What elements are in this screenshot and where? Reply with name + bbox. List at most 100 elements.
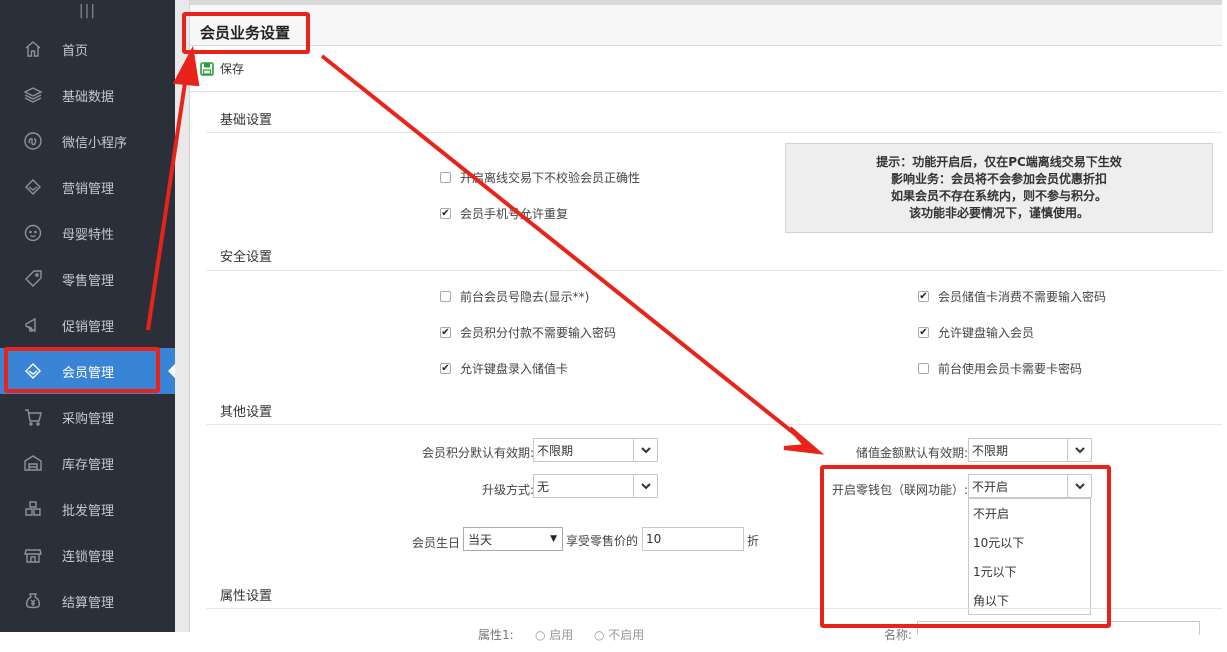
radio-label: 启用 xyxy=(549,628,574,642)
select-value: 不开启 xyxy=(972,479,1009,494)
sidebar-scrollbar[interactable] xyxy=(175,0,190,632)
sidebar-item-wholesale[interactable]: 批发管理 xyxy=(0,486,175,532)
sidebar-item-retail[interactable]: 零售管理 xyxy=(0,256,175,302)
wallet-option[interactable]: 角以下 xyxy=(969,586,1090,615)
wallet-option[interactable]: 1元以下 xyxy=(969,557,1090,586)
keyboard-card-checkbox[interactable]: ✔ xyxy=(440,363,451,374)
sidebar-item-label: 会员管理 xyxy=(62,365,115,381)
card-pwd-checkbox[interactable] xyxy=(918,363,929,374)
yen-bag-icon xyxy=(22,590,44,612)
chevron-down-icon xyxy=(1067,439,1091,461)
baby-face-icon xyxy=(22,222,44,244)
attr1-label: 属性1: xyxy=(478,628,514,642)
sidebar-item-maternal[interactable]: 母婴特性 xyxy=(0,210,175,256)
upgrade-mode-select[interactable]: 无 xyxy=(533,474,658,498)
points-validity-select[interactable]: 不限期 xyxy=(533,438,658,462)
tip-line: 该功能非必要情况下，谨慎使用。 xyxy=(908,206,1089,220)
sidebar-item-member[interactable]: 会员管理 xyxy=(0,348,175,394)
main-content: 会员业务设置 保存 基础设置 开启离线交易下不校验会员正确性 ✔ 会员手机号允许… xyxy=(190,0,1222,652)
checkbox-label: 会员积分付款不需要输入密码 xyxy=(460,326,617,340)
keyboard-member-option[interactable]: ✔ 允许键盘输入会员 xyxy=(918,324,1034,341)
mini-program-icon xyxy=(22,130,44,152)
sidebar-item-label: 结算管理 xyxy=(62,595,115,611)
save-button[interactable]: 保存 xyxy=(200,60,244,77)
wallet-label: 开启零钱包（联网功能）: xyxy=(831,483,968,497)
sidebar-item-label: 批发管理 xyxy=(62,503,115,519)
chevron-down-icon xyxy=(1067,475,1091,497)
save-icon xyxy=(200,61,214,76)
birthday-discount-label: 享受零售价的 xyxy=(566,534,639,548)
layers-icon xyxy=(22,84,44,106)
sidebar-collapse-handle[interactable]: ||| xyxy=(0,0,175,26)
attr1-name-label: 名称: xyxy=(884,628,913,642)
birthday-select[interactable]: 当天 ▼ xyxy=(463,527,563,551)
checkbox-label: 允许键盘录入储值卡 xyxy=(460,362,569,376)
sidebar-item-label: 促销管理 xyxy=(62,319,115,335)
tag-icon xyxy=(22,268,44,290)
divider xyxy=(206,270,1222,271)
wallet-option[interactable]: 10元以下 xyxy=(969,528,1090,557)
sidebar: ||| 首页 基础数据 微信小程序 营销管理 母婴特性 零售管理 促销管理 会员… xyxy=(0,0,175,632)
diamond-icon xyxy=(22,176,44,198)
radio-label: 不启用 xyxy=(608,628,645,642)
attr1-enable-radio[interactable]: ○ 启用 xyxy=(535,626,573,643)
checkbox-label: 开启离线交易下不校验会员正确性 xyxy=(460,171,641,185)
attr1-disable-radio[interactable]: ○ 不启用 xyxy=(594,626,644,643)
sidebar-item-label: 零售管理 xyxy=(62,273,115,289)
sidebar-item-label: 营销管理 xyxy=(62,181,115,197)
wallet-option[interactable]: 不开启 xyxy=(969,499,1090,528)
sidebar-item-basic-data[interactable]: 基础数据 xyxy=(0,72,175,118)
select-value: 不限期 xyxy=(537,443,574,458)
save-label: 保存 xyxy=(220,62,245,76)
page-title: 会员业务设置 xyxy=(200,24,291,42)
checkbox-label: 允许键盘输入会员 xyxy=(938,326,1035,340)
wallet-select[interactable]: 不开启 xyxy=(968,474,1092,498)
select-value: 无 xyxy=(537,479,550,494)
caret-down-icon: ▼ xyxy=(550,534,557,544)
hide-card-no-option[interactable]: 前台会员号隐去(显示**) xyxy=(440,288,589,305)
stored-no-pwd-checkbox[interactable]: ✔ xyxy=(918,291,929,302)
phone-duplicate-checkbox[interactable]: ✔ xyxy=(440,208,451,219)
stored-no-pwd-option[interactable]: ✔ 会员储值卡消费不需要输入密码 xyxy=(918,288,1106,305)
keyboard-member-checkbox[interactable]: ✔ xyxy=(918,327,929,338)
sidebar-item-marketing[interactable]: 营销管理 xyxy=(0,164,175,210)
section-title-attributes: 属性设置 xyxy=(220,589,273,604)
hide-card-no-checkbox[interactable] xyxy=(440,291,451,302)
sidebar-item-promotion[interactable]: 促销管理 xyxy=(0,302,175,348)
sidebar-item-mini-program[interactable]: 微信小程序 xyxy=(0,118,175,164)
wallet-dropdown-menu: 不开启 10元以下 1元以下 角以下 xyxy=(968,498,1091,615)
card-pwd-option[interactable]: 前台使用会员卡需要卡密码 xyxy=(918,360,1082,377)
offline-no-verify-option[interactable]: 开启离线交易下不校验会员正确性 xyxy=(440,169,640,186)
select-value: 当天 xyxy=(468,532,493,547)
phone-duplicate-option[interactable]: ✔ 会员手机号允许重复 xyxy=(440,205,568,222)
tip-line: 提示：功能开启后，仅在PC端离线交易下生效 xyxy=(876,155,1122,169)
sidebar-item-purchase[interactable]: 采购管理 xyxy=(0,394,175,440)
sidebar-item-home[interactable]: 首页 xyxy=(0,26,175,72)
app-window: ||| 首页 基础数据 微信小程序 营销管理 母婴特性 零售管理 促销管理 会员… xyxy=(0,0,1227,652)
divider xyxy=(206,424,1222,425)
section-title-other: 其他设置 xyxy=(220,405,273,420)
points-no-pwd-checkbox[interactable]: ✔ xyxy=(440,327,451,338)
sidebar-item-label: 连锁管理 xyxy=(62,549,115,565)
sidebar-item-settlement[interactable]: 结算管理 xyxy=(0,578,175,624)
sidebar-item-inventory[interactable]: 库存管理 xyxy=(0,440,175,486)
sidebar-item-label: 母婴特性 xyxy=(62,227,115,243)
tip-line: 如果会员不存在系统内，则不参与积分。 xyxy=(890,189,1107,203)
tip-line: 影响业务：会员将不会参加会员优惠折扣 xyxy=(890,172,1107,186)
input-value: 10 xyxy=(646,532,662,546)
attr1-name-input[interactable] xyxy=(917,621,1200,635)
birthday-discount-input[interactable]: 10 xyxy=(642,527,744,551)
chevron-down-icon xyxy=(633,439,657,461)
warehouse-icon xyxy=(22,452,44,474)
keyboard-card-option[interactable]: ✔ 允许键盘录入储值卡 xyxy=(440,360,568,377)
offline-no-verify-checkbox[interactable] xyxy=(440,172,451,183)
upgrade-mode-label: 升级方式: xyxy=(481,483,534,497)
sidebar-item-chain[interactable]: 连锁管理 xyxy=(0,532,175,578)
section-title-security: 安全设置 xyxy=(220,250,273,265)
divider xyxy=(206,132,1222,133)
stored-validity-select[interactable]: 不限期 xyxy=(968,438,1092,462)
points-no-pwd-option[interactable]: ✔ 会员积分付款不需要输入密码 xyxy=(440,324,616,341)
birthday-label: 会员生日 xyxy=(411,536,460,550)
sidebar-item-label: 微信小程序 xyxy=(62,135,128,151)
gem-icon xyxy=(22,360,44,382)
